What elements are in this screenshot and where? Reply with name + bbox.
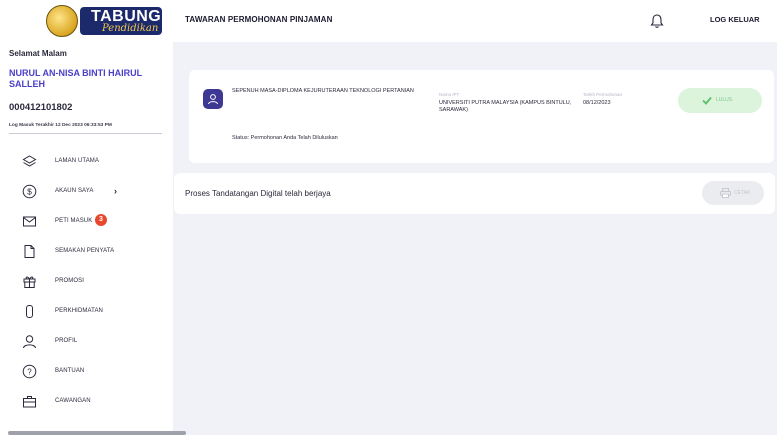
svg-text:$: $ [27, 187, 32, 197]
user-icon [23, 335, 36, 349]
sidebar-item-label: PETI MASUK [55, 218, 93, 224]
user-icon [208, 94, 218, 105]
mail-icon [23, 216, 36, 227]
dollar-icon: $ [22, 184, 37, 199]
ipt-label: Nama IPT [439, 92, 460, 97]
chevron-right-icon: › [114, 186, 117, 196]
last-login: Log Masuk Terakhir 12 Dec 2023 06:33:53 … [9, 123, 112, 128]
sidebar-item-akaun-saya[interactable]: $ AKAUN SAYA › [0, 178, 173, 206]
sidebar-item-label: PROFIL [55, 338, 78, 344]
sidebar-item-peti-masuk[interactable]: PETI MASUK 3 [0, 208, 173, 236]
sidebar-item-label: AKAUN SAYA [55, 188, 94, 194]
document-icon [24, 245, 35, 258]
page-title: TAWARAN PERMOHONAN PINJAMAN [185, 15, 333, 24]
sidebar-item-label: SEMAKAN PENYATA [55, 248, 115, 254]
sidebar-item-label: LAMAN UTAMA [55, 158, 99, 164]
logout-button[interactable]: LOG KELUAR [710, 15, 760, 24]
application-date-value: 08/12/2023 [583, 100, 611, 106]
sidebar-item-label: PERKHIDMATAN [55, 308, 103, 314]
user-name: NURUL AN-NISA BINTI HAIRUL SALLEH [9, 68, 142, 89]
ic-number: 000412101802 [9, 102, 73, 113]
sidebar-item-semakan-penyata[interactable]: SEMAKAN PENYATA [0, 238, 173, 266]
gift-icon [23, 276, 36, 288]
digital-signature-card: Proses Tandatangan Digital telah berjaya… [174, 173, 775, 214]
greeting: Selamat Malam [9, 49, 67, 58]
phone-icon [26, 305, 33, 318]
ipt-value: UNIVERSITI PUTRA MALAYSIA (KAMPUS BINTUL… [439, 100, 572, 113]
sidebar-item-profil[interactable]: PROFIL [0, 328, 173, 356]
sidebar-item-cawangan[interactable]: CAWANGAN [0, 388, 173, 416]
lulus-button[interactable]: LULUS [678, 88, 762, 113]
sidebar-item-promosi[interactable]: PROMOSI [0, 268, 173, 296]
layers-icon [22, 155, 37, 167]
check-icon [702, 96, 712, 105]
application-date-label: Tarikh Permohonan [583, 92, 623, 97]
printer-icon [720, 188, 731, 198]
sidebar-item-bantuan[interactable]: ? BANTUAN [0, 358, 173, 386]
signature-message: Proses Tandatangan Digital telah berjaya [185, 189, 331, 198]
application-status: Status: Permohonan Anda Telah Diluluskan [232, 135, 338, 141]
svg-text:?: ? [27, 368, 32, 377]
print-button[interactable]: CETAK [702, 181, 764, 205]
logo-subtext: Pendidikan [102, 23, 159, 34]
sidebar-item-label: PROMOSI [55, 278, 85, 284]
briefcase-icon [23, 396, 36, 408]
application-card: SEPENUH MASA-DIPLOMA KEJURUTERAAN TEKNOL… [189, 70, 774, 163]
divider [9, 133, 162, 134]
top-bar: TABUNG Pendidikan TAWARAN PERMOHONAN PIN… [0, 0, 777, 42]
avatar [203, 89, 223, 109]
sidebar: Selamat Malam NURUL AN-NISA BINTI HAIRUL… [0, 42, 173, 435]
sidebar-item-laman-utama[interactable]: LAMAN UTAMA [0, 148, 173, 176]
logo-emblem-icon [46, 5, 78, 37]
lulus-label: LULUS [716, 97, 733, 103]
sidebar-item-label: CAWANGAN [55, 398, 91, 404]
sidebar-item-perkhidmatan[interactable]: PERKHIDMATAN [0, 298, 173, 326]
bell-icon[interactable] [650, 13, 664, 29]
unread-badge: 3 [95, 214, 107, 226]
programme-name: SEPENUH MASA-DIPLOMA KEJURUTERAAN TEKNOL… [232, 88, 414, 94]
horizontal-scrollbar[interactable] [8, 431, 186, 435]
help-icon: ? [22, 364, 37, 379]
sidebar-item-label: BANTUAN [55, 368, 85, 374]
tabung-pendidikan-logo[interactable]: TABUNG Pendidikan [44, 5, 164, 37]
print-label: CETAK [734, 190, 751, 196]
